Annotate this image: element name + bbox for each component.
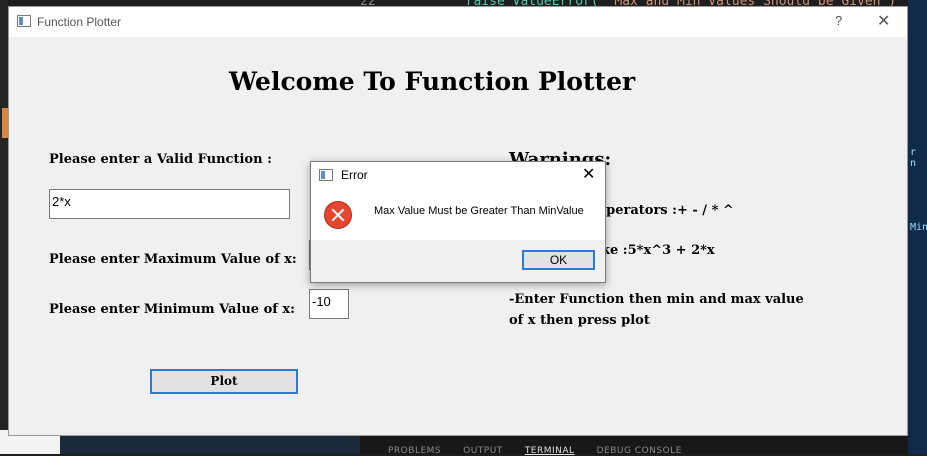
warning-instructions-cont: of x then press plot bbox=[509, 313, 650, 328]
plot-button[interactable]: Plot bbox=[150, 369, 298, 394]
dialog-body: Max Value Must be Greater Than MinValue bbox=[311, 188, 605, 240]
dialog-titlebar[interactable]: Error ✕ bbox=[311, 162, 605, 188]
panel-tab-terminal[interactable]: TERMINAL bbox=[525, 446, 575, 456]
min-value-label: Please enter Minimum Value of x: bbox=[49, 302, 295, 317]
error-icon bbox=[324, 201, 352, 229]
dialog-window-icon bbox=[319, 169, 333, 181]
app-window-icon bbox=[17, 15, 31, 27]
warning-instructions: -Enter Function then min and max value bbox=[509, 292, 804, 307]
dialog-close-button[interactable]: ✕ bbox=[582, 164, 595, 184]
min-value-input[interactable]: -10 bbox=[309, 289, 349, 319]
editor-panel-tabs: PROBLEMS OUTPUT TERMINAL DEBUG CONSOLE bbox=[388, 446, 704, 456]
editor-right-text: Min bbox=[910, 222, 927, 233]
panel-tab-debug-console[interactable]: DEBUG CONSOLE bbox=[597, 446, 682, 456]
max-value-label: Please enter Maximum Value of x: bbox=[49, 252, 297, 267]
function-input[interactable]: 2*x bbox=[49, 189, 290, 219]
error-dialog: Error ✕ Max Value Must be Greater Than M… bbox=[310, 161, 606, 283]
function-label: Please enter a Valid Function : bbox=[49, 152, 272, 167]
page-title: Welcome To Function Plotter bbox=[229, 67, 636, 96]
ok-button[interactable]: OK bbox=[522, 250, 595, 270]
window-titlebar[interactable]: Function Plotter ? ✕ bbox=[9, 7, 907, 37]
close-button[interactable]: ✕ bbox=[877, 11, 890, 31]
error-message: Max Value Must be Greater Than MinValue bbox=[374, 205, 584, 217]
help-button[interactable]: ? bbox=[835, 13, 842, 28]
panel-tab-problems[interactable]: PROBLEMS bbox=[388, 446, 441, 456]
window-title: Function Plotter bbox=[37, 15, 122, 29]
dialog-title: Error bbox=[341, 168, 368, 182]
editor-right-text: r n bbox=[910, 147, 917, 169]
editor-activity-bar bbox=[0, 0, 8, 454]
panel-tab-output[interactable]: OUTPUT bbox=[463, 446, 503, 456]
